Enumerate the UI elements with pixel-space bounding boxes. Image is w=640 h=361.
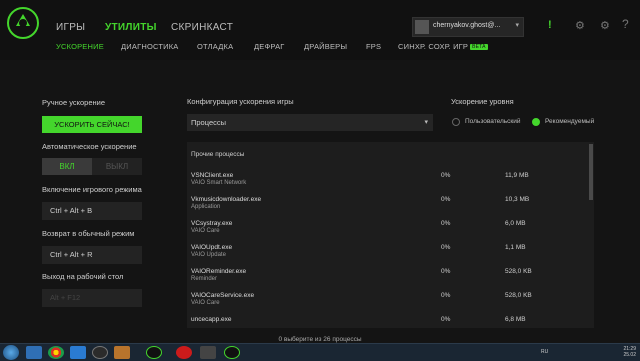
process-cpu: 0% bbox=[441, 292, 451, 299]
system-clock[interactable]: 21:29 25.02 bbox=[623, 346, 636, 358]
media-player-icon[interactable] bbox=[70, 346, 86, 359]
razer-icon[interactable] bbox=[146, 346, 162, 359]
process-desc: VAIO Update bbox=[191, 252, 226, 258]
status-text: 0 выберите из 26 процессы bbox=[278, 336, 362, 343]
process-cpu: 0% bbox=[441, 268, 451, 275]
chevron-down-icon: ▾ bbox=[424, 119, 428, 126]
chevron-down-icon: ▾ bbox=[515, 22, 519, 29]
process-mem: 528,0 KB bbox=[505, 268, 532, 275]
process-cpu: 0% bbox=[441, 172, 451, 179]
boost-config-label: Конфигурация ускорения игры bbox=[187, 97, 294, 106]
process-select[interactable]: Процессы ▾ bbox=[187, 114, 433, 131]
scrollbar-thumb[interactable] bbox=[589, 144, 593, 200]
auto-boost-toggle[interactable]: ВКЛ ВЫКЛ bbox=[42, 158, 142, 175]
process-select-value: Процессы bbox=[191, 118, 227, 127]
auto-boost-label: Автоматическое ускорение bbox=[42, 142, 137, 151]
radio-recommended-label[interactable]: Рекомендуемый bbox=[545, 118, 594, 125]
boost-now-button[interactable]: УСКОРИТЬ СЕЙЧАС! bbox=[42, 116, 142, 133]
process-name: VSNClient.exe bbox=[191, 172, 234, 179]
account-name: chernyakov.ghost@... bbox=[433, 22, 501, 29]
process-mem: 11,9 MB bbox=[505, 172, 529, 179]
table-row[interactable]: VAIOReminder.exe Reminder 0% 528,0 KB bbox=[187, 266, 587, 290]
subtab-fps[interactable]: FPS bbox=[366, 42, 381, 51]
process-mem: 6,8 MB bbox=[505, 316, 526, 323]
process-name: VAIOUpdt.exe bbox=[191, 244, 233, 251]
clock-date: 25.02 bbox=[623, 352, 636, 358]
top-bar bbox=[0, 0, 640, 60]
chrome-icon[interactable] bbox=[48, 346, 64, 359]
tab-screencast[interactable]: СКРИНКАСТ bbox=[171, 22, 233, 33]
table-row[interactable]: VAIOUpdt.exe VAIO Update 0% 1,1 MB bbox=[187, 242, 587, 266]
process-desc: VAIO Care bbox=[191, 228, 220, 234]
normal-mode-label: Возврат в обычный режим bbox=[42, 229, 135, 238]
process-cpu: 0% bbox=[441, 316, 451, 323]
opera-icon[interactable] bbox=[176, 346, 192, 359]
process-name: VAIOCareService.exe bbox=[191, 292, 255, 299]
table-scrollbar[interactable] bbox=[589, 142, 593, 328]
subtab-drivers[interactable]: ДРАЙВЕРЫ bbox=[304, 42, 347, 51]
desktop-exit-hotkey-field[interactable]: Alt + F12 bbox=[42, 289, 142, 307]
process-name: VCsystray.exe bbox=[191, 220, 233, 227]
beta-badge: BETA bbox=[470, 44, 488, 50]
subtab-boost[interactable]: УСКОРЕНИЕ bbox=[56, 42, 104, 51]
ie-icon[interactable] bbox=[26, 346, 42, 359]
help-icon[interactable]: ? bbox=[622, 17, 629, 31]
counter-strike-icon[interactable] bbox=[114, 346, 130, 359]
table-row[interactable]: uncecapp.exe 0% 6,8 MB bbox=[187, 314, 587, 328]
subtab-debug[interactable]: ОТЛАДКА bbox=[197, 42, 233, 51]
process-table: Прочие процессы VSNClient.exe VAIO Smart… bbox=[187, 142, 594, 328]
toggle-off-option[interactable]: ВЫКЛ bbox=[92, 158, 142, 175]
process-mem: 1,1 MB bbox=[505, 244, 526, 251]
process-desc: Application bbox=[191, 204, 221, 210]
table-row[interactable]: VSNClient.exe VAIO Smart Network 0% 11,9… bbox=[187, 170, 587, 194]
windows-taskbar: RU 21:29 25.02 bbox=[0, 343, 640, 361]
steam-icon[interactable] bbox=[92, 346, 108, 359]
boost-level-label: Ускорение уровня bbox=[451, 97, 514, 106]
manual-boost-label: Ручное ускорение bbox=[42, 98, 106, 107]
account-dropdown[interactable]: chernyakov.ghost@... ▾ bbox=[412, 17, 524, 37]
avatar bbox=[415, 20, 429, 34]
process-cpu: 0% bbox=[441, 220, 451, 227]
subtab-game-save-sync[interactable]: СИНХР. СОХР. ИГР BETA bbox=[398, 42, 488, 51]
process-desc: Reminder bbox=[191, 276, 218, 282]
start-button-icon[interactable] bbox=[3, 345, 19, 360]
tab-utilities[interactable]: УТИЛИТЫ bbox=[105, 22, 157, 33]
process-mem: 528,0 KB bbox=[505, 292, 532, 299]
game-mode-hotkey-field[interactable]: Ctrl + Alt + B bbox=[42, 202, 142, 220]
game-mode-label: Включение игрового режима bbox=[42, 185, 142, 194]
alert-icon[interactable]: ! bbox=[548, 19, 552, 31]
desktop-exit-label: Выход на рабочий стол bbox=[42, 272, 124, 281]
process-desc: VAIO Care bbox=[191, 300, 220, 306]
razer-icon[interactable] bbox=[224, 346, 240, 359]
process-mem: 10,3 MB bbox=[505, 196, 530, 203]
radio-user[interactable] bbox=[452, 118, 460, 126]
app-icon[interactable] bbox=[200, 346, 216, 359]
subtab-game-save-sync-label: СИНХР. СОХР. ИГР bbox=[398, 42, 469, 51]
table-row[interactable]: Vkmusicdownloader.exe Application 0% 10,… bbox=[187, 194, 587, 218]
settings-icon-2[interactable]: ⚙ bbox=[600, 19, 610, 32]
process-desc: VAIO Smart Network bbox=[191, 180, 247, 186]
subtab-diagnostics[interactable]: ДИАГНОСТИКА bbox=[121, 42, 179, 51]
subtab-defrag[interactable]: ДЕФРАГ bbox=[254, 42, 285, 51]
tab-games[interactable]: ИГРЫ bbox=[56, 22, 85, 33]
toggle-on-option[interactable]: ВКЛ bbox=[42, 158, 92, 175]
process-name: VAIOReminder.exe bbox=[191, 268, 247, 275]
language-indicator[interactable]: RU bbox=[541, 349, 548, 355]
radio-user-label[interactable]: Пользовательский bbox=[465, 118, 521, 125]
normal-mode-hotkey-field[interactable]: Ctrl + Alt + R bbox=[42, 246, 142, 264]
table-row[interactable]: VAIOCareService.exe VAIO Care 0% 528,0 K… bbox=[187, 290, 587, 314]
process-cpu: 0% bbox=[441, 196, 451, 203]
razer-logo-icon bbox=[7, 7, 39, 39]
radio-recommended[interactable] bbox=[532, 118, 540, 126]
process-name: Vkmusicdownloader.exe bbox=[191, 196, 262, 203]
process-mem: 6,0 MB bbox=[505, 220, 526, 227]
process-name: uncecapp.exe bbox=[191, 316, 232, 323]
table-header: Прочие процессы bbox=[191, 151, 245, 158]
table-row[interactable]: VCsystray.exe VAIO Care 0% 6,0 MB bbox=[187, 218, 587, 242]
settings-icon[interactable]: ⚙ bbox=[575, 19, 585, 32]
process-cpu: 0% bbox=[441, 244, 451, 251]
